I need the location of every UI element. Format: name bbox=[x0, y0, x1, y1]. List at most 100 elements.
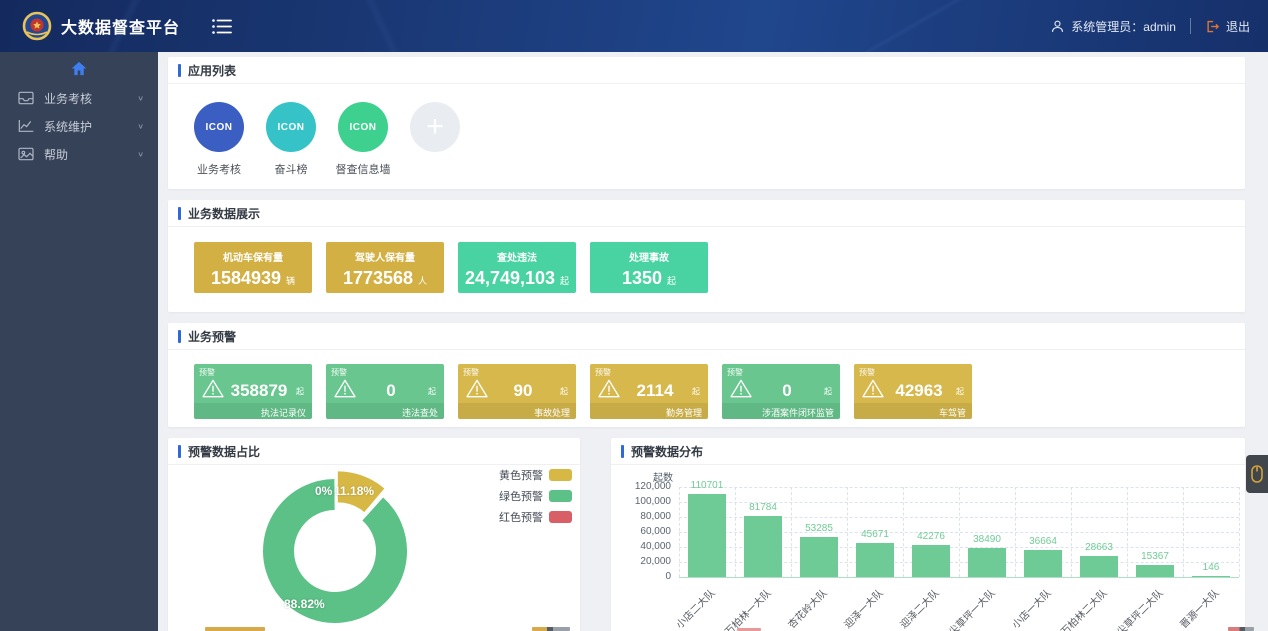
donut-legend: 黄色预警绿色预警红色预警 bbox=[499, 467, 572, 530]
legend-item[interactable]: 红色预警 bbox=[499, 509, 572, 525]
menu-toggle-icon[interactable] bbox=[212, 19, 232, 34]
donut-label-red: 0% bbox=[315, 484, 332, 498]
logout-icon bbox=[1205, 19, 1220, 34]
cutoff-content-fragment bbox=[205, 627, 265, 631]
bar[interactable] bbox=[1136, 565, 1174, 577]
mouse-icon bbox=[1251, 465, 1263, 483]
user-icon bbox=[1050, 19, 1065, 34]
v-gridline bbox=[735, 487, 736, 577]
warning-unit: 起 bbox=[296, 386, 304, 397]
donut-label-green: 88.82% bbox=[284, 597, 325, 611]
add-app-button[interactable]: + bbox=[410, 102, 460, 152]
bar-value-label: 15367 bbox=[1119, 551, 1191, 562]
donut-label-yellow: 11.18% bbox=[334, 484, 374, 498]
warning-mid-row: 42963起 bbox=[854, 379, 972, 403]
accent-bar bbox=[178, 330, 181, 343]
warning-badge: 预警 bbox=[199, 367, 215, 378]
image-icon bbox=[18, 147, 35, 162]
bar[interactable] bbox=[1080, 556, 1118, 577]
bar[interactable] bbox=[912, 545, 950, 577]
section-title: 预警数据分布 bbox=[631, 443, 703, 460]
warning-category: 涉酒案件闭环监管 bbox=[722, 403, 840, 419]
section-warning-distribution: 预警数据分布 起数020,00040,00060,00080,000100,00… bbox=[611, 438, 1245, 631]
bar[interactable] bbox=[856, 543, 894, 577]
warning-badge: 预警 bbox=[463, 367, 479, 378]
sidebar-home-button[interactable] bbox=[0, 52, 158, 84]
app-shortcut[interactable]: ICON业务考核 bbox=[194, 102, 244, 177]
sidebar-menu: 业务考核∨系统维护∨帮助∨ bbox=[0, 84, 158, 168]
stat-label: 驾驶人保有量 bbox=[326, 249, 444, 264]
sidebar-item-label: 系统维护 bbox=[44, 118, 137, 135]
stat-value: 24,749,103 起 bbox=[458, 269, 576, 287]
warning-unit: 起 bbox=[692, 386, 700, 397]
sidebar: 业务考核∨系统维护∨帮助∨ bbox=[0, 52, 158, 631]
stat-unit: 起 bbox=[560, 276, 569, 286]
warning-mid-row: 0起 bbox=[722, 379, 840, 403]
accent-bar bbox=[178, 445, 181, 458]
legend-label: 绿色预警 bbox=[499, 488, 543, 504]
current-user[interactable]: 系统管理员：admin bbox=[1050, 18, 1176, 35]
y-tick-label: 0 bbox=[619, 571, 671, 582]
warning-card: 预警2114起勤务管理 bbox=[590, 364, 708, 419]
page-title: 大数据督查平台 bbox=[61, 14, 180, 38]
warning-unit: 起 bbox=[956, 386, 964, 397]
app-shortcut[interactable]: ICON奋斗榜 bbox=[266, 102, 316, 177]
bar-value-label: 110701 bbox=[671, 480, 743, 491]
y-tick-label: 20,000 bbox=[619, 556, 671, 567]
app-icon: ICON bbox=[194, 102, 244, 152]
warning-category: 执法记录仪 bbox=[194, 403, 312, 419]
bar[interactable] bbox=[968, 548, 1006, 577]
bar[interactable] bbox=[688, 494, 726, 577]
x-tick-label: 小店一大队 bbox=[992, 585, 1054, 631]
bar[interactable] bbox=[1192, 576, 1230, 577]
section-title: 预警数据占比 bbox=[188, 443, 260, 460]
warning-mid-row: 2114起 bbox=[590, 379, 708, 403]
x-tick-label: 万柏林二大队 bbox=[1048, 585, 1110, 631]
stat-card: 查处违法 24,749,103 起 bbox=[458, 242, 576, 293]
section-title: 业务预警 bbox=[188, 328, 236, 345]
section-business-data: 业务数据展示 机动车保有量1584939 辆驾驶人保有量1773568 人查处违… bbox=[168, 200, 1245, 312]
stat-unit: 起 bbox=[667, 276, 676, 286]
warning-triangle-icon bbox=[334, 379, 356, 403]
warning-badge: 预警 bbox=[331, 367, 347, 378]
warning-card: 预警0起违法查处 bbox=[326, 364, 444, 419]
section-title: 业务数据展示 bbox=[188, 205, 260, 222]
section-business-warning: 业务预警 预警358879起执法记录仪预警0起违法查处预警90起事故处理预警21… bbox=[168, 323, 1245, 427]
x-tick-label: 万柏林一大队 bbox=[712, 585, 774, 631]
donut-slice-green[interactable] bbox=[279, 495, 392, 608]
stat-card: 驾驶人保有量1773568 人 bbox=[326, 242, 444, 293]
app-icon: ICON bbox=[266, 102, 316, 152]
sidebar-item-3[interactable]: 帮助∨ bbox=[0, 140, 158, 168]
warning-triangle-icon bbox=[730, 379, 752, 403]
home-icon bbox=[71, 61, 87, 76]
brand: 大数据督查平台 bbox=[22, 11, 180, 41]
stat-card: 机动车保有量1584939 辆 bbox=[194, 242, 312, 293]
charts-row: 预警数据占比 0% 11.18% 88.82% 黄色预警绿色预警 bbox=[168, 438, 1245, 631]
legend-swatch bbox=[549, 469, 572, 481]
y-tick-label: 100,000 bbox=[619, 496, 671, 507]
warning-triangle-icon bbox=[862, 379, 884, 403]
sidebar-item-label: 帮助 bbox=[44, 146, 137, 163]
x-tick-label: 尖草坪二大队 bbox=[1104, 585, 1166, 631]
legend-item[interactable]: 绿色预警 bbox=[499, 488, 572, 504]
logout-label: 退出 bbox=[1226, 18, 1250, 35]
warning-category: 勤务管理 bbox=[590, 403, 708, 419]
app-shortcut[interactable]: ICON督查信息墙 bbox=[338, 102, 388, 177]
bar[interactable] bbox=[744, 516, 782, 577]
warning-card: 预警358879起执法记录仪 bbox=[194, 364, 312, 419]
bar[interactable] bbox=[1024, 550, 1062, 577]
sidebar-item-1[interactable]: 业务考核∨ bbox=[0, 84, 158, 112]
inbox-icon bbox=[18, 91, 35, 106]
stat-label: 查处违法 bbox=[458, 249, 576, 264]
logout-button[interactable]: 退出 bbox=[1205, 18, 1250, 35]
floating-widget-button[interactable] bbox=[1246, 455, 1268, 493]
chevron-down-icon: ∨ bbox=[137, 122, 144, 131]
legend-item[interactable]: 黄色预警 bbox=[499, 467, 572, 483]
sidebar-item-2[interactable]: 系统维护∨ bbox=[0, 112, 158, 140]
bar[interactable] bbox=[800, 537, 838, 577]
warning-badge: 预警 bbox=[727, 367, 743, 378]
warning-triangle-icon bbox=[598, 379, 620, 403]
v-gridline bbox=[1127, 487, 1128, 577]
stat-unit: 辆 bbox=[286, 276, 295, 286]
dashboard-page: 大数据督查平台 系统管理员：admin 退出 bbox=[0, 0, 1268, 631]
